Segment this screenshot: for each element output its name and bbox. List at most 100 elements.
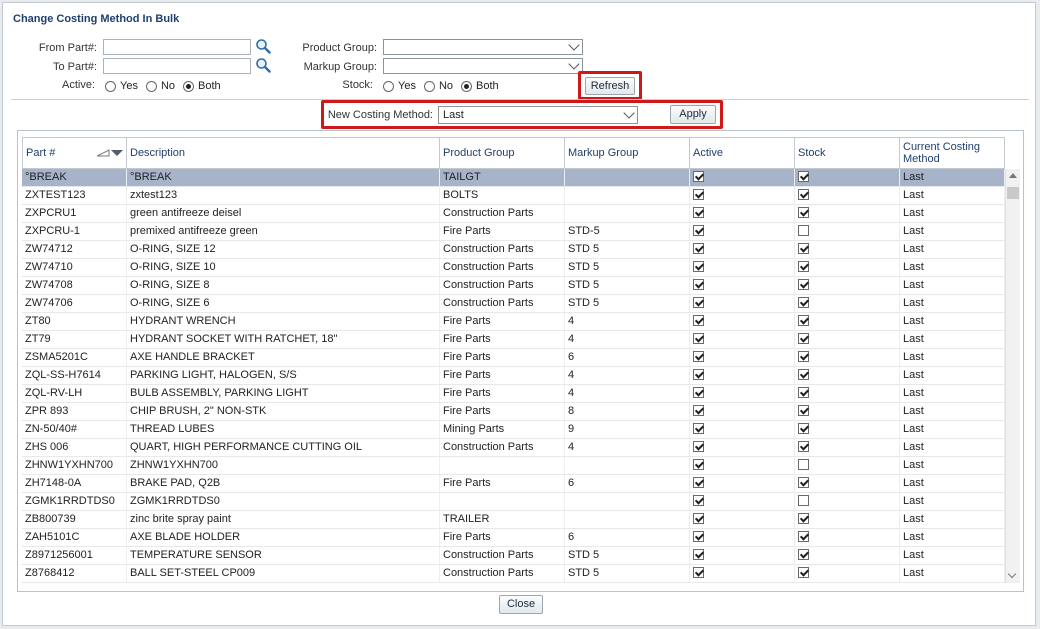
to-part-input[interactable] bbox=[103, 58, 251, 74]
table-row[interactable]: ZAH5101C AXE BLADE HOLDER Fire Parts 6 Last bbox=[22, 529, 1005, 547]
stock-checkbox[interactable] bbox=[798, 350, 809, 362]
stock-checkbox[interactable] bbox=[798, 188, 809, 200]
scroll-up-icon[interactable] bbox=[1009, 173, 1017, 178]
sort-icon[interactable] bbox=[97, 149, 123, 157]
refresh-button[interactable]: Refresh bbox=[585, 77, 635, 95]
description-cell: AXE BLADE HOLDER bbox=[127, 529, 440, 546]
active-checkbox[interactable] bbox=[693, 476, 704, 488]
scrollbar-thumb[interactable] bbox=[1007, 187, 1019, 199]
table-row[interactable]: °BREAK °BREAK TAILGT Last bbox=[22, 169, 1005, 187]
column-header-description[interactable]: Description bbox=[127, 137, 440, 169]
column-header-costing-method[interactable]: Current Costing Method bbox=[900, 137, 1005, 169]
table-row[interactable]: Z8971256001 TEMPERATURE SENSOR Constructio… bbox=[22, 547, 1005, 565]
column-header-stock[interactable]: Stock bbox=[795, 137, 900, 169]
table-row[interactable]: ZW74710 O-RING, SIZE 10 Construction Parts… bbox=[22, 259, 1005, 277]
stock-checkbox[interactable] bbox=[798, 566, 809, 578]
stock-checkbox[interactable] bbox=[798, 494, 809, 506]
stock-both-radio[interactable] bbox=[461, 80, 473, 92]
vertical-scrollbar[interactable] bbox=[1005, 169, 1020, 583]
active-checkbox[interactable] bbox=[693, 386, 704, 398]
table-row[interactable]: ZH7148-0A BRAKE PAD, Q2B Fire Parts 6 Last bbox=[22, 475, 1005, 493]
active-both-radio[interactable] bbox=[183, 80, 195, 92]
stock-checkbox[interactable] bbox=[798, 224, 809, 236]
stock-checkbox[interactable] bbox=[798, 170, 809, 182]
table-row[interactable]: ZW74712 O-RING, SIZE 12 Construction Parts… bbox=[22, 241, 1005, 259]
table-row[interactable]: ZQL-SS-H7614 PARKING LIGHT, HALOGEN, S/S F… bbox=[22, 367, 1005, 385]
table-row[interactable]: ZHNW1YXHN700 ZHNW1YXHN700 Last bbox=[22, 457, 1005, 475]
active-checkbox[interactable] bbox=[693, 548, 704, 560]
table-row[interactable]: ZXTEST123 zxtest123 BOLTS Last bbox=[22, 187, 1005, 205]
product-group-select[interactable] bbox=[383, 39, 583, 55]
stock-checkbox[interactable] bbox=[798, 368, 809, 380]
active-checkbox[interactable] bbox=[693, 188, 704, 200]
table-row[interactable]: ZW74708 O-RING, SIZE 8 Construction Parts S… bbox=[22, 277, 1005, 295]
active-checkbox[interactable] bbox=[693, 332, 704, 344]
stock-checkbox[interactable] bbox=[798, 512, 809, 524]
active-checkbox[interactable] bbox=[693, 242, 704, 254]
stock-checkbox[interactable] bbox=[798, 260, 809, 272]
stock-checkbox[interactable] bbox=[798, 314, 809, 326]
table-row[interactable]: ZGMK1RRDTDS0 ZGMK1RRDTDS0 Last bbox=[22, 493, 1005, 511]
table-row[interactable]: ZN-50/40# THREAD LUBES Mining Parts 9 Last bbox=[22, 421, 1005, 439]
stock-yes-radio[interactable] bbox=[383, 80, 394, 92]
table-row[interactable]: ZT79 HYDRANT SOCKET WITH RATCHET, 18" Fire… bbox=[22, 331, 1005, 349]
stock-checkbox-cell bbox=[795, 367, 900, 384]
active-checkbox[interactable] bbox=[693, 440, 704, 452]
stock-checkbox[interactable] bbox=[798, 332, 809, 344]
close-button[interactable]: Close bbox=[499, 595, 543, 614]
stock-checkbox[interactable] bbox=[798, 242, 809, 254]
search-icon[interactable] bbox=[255, 38, 271, 54]
column-header-product-group[interactable]: Product Group bbox=[440, 137, 565, 169]
search-icon[interactable] bbox=[255, 57, 271, 73]
table-row[interactable]: ZQL-RV-LH BULB ASSEMBLY, PARKING LIGHT Fir… bbox=[22, 385, 1005, 403]
stock-checkbox[interactable] bbox=[798, 476, 809, 488]
stock-checkbox[interactable] bbox=[798, 206, 809, 218]
stock-checkbox[interactable] bbox=[798, 548, 809, 560]
stock-checkbox[interactable] bbox=[798, 386, 809, 398]
active-no-radio[interactable] bbox=[145, 80, 157, 92]
table-row[interactable]: Z8768412 BALL SET-STEEL CP009 Construction… bbox=[22, 565, 1005, 583]
active-checkbox[interactable] bbox=[693, 206, 704, 218]
active-checkbox[interactable] bbox=[693, 494, 704, 506]
active-checkbox[interactable] bbox=[693, 170, 704, 182]
table-row[interactable]: ZSMA5201C AXE HANDLE BRACKET Fire Parts 6 La… bbox=[22, 349, 1005, 367]
table-row[interactable]: ZHS 006 QUART, HIGH PERFORMANCE CUTTING O… bbox=[22, 439, 1005, 457]
active-checkbox[interactable] bbox=[693, 224, 704, 236]
table-row[interactable]: ZW74706 O-RING, SIZE 6 Construction Parts S… bbox=[22, 295, 1005, 313]
table-row[interactable]: ZT80 HYDRANT WRENCH Fire Parts 4 Last bbox=[22, 313, 1005, 331]
table-row[interactable]: ZB800739 zinc brite spray paint TRAILER Las… bbox=[22, 511, 1005, 529]
active-checkbox[interactable] bbox=[693, 278, 704, 290]
table-row[interactable]: ZXPCRU1 green antifreeze deisel Constructi… bbox=[22, 205, 1005, 223]
column-header-part[interactable]: Part # bbox=[22, 137, 127, 169]
scroll-down-icon[interactable] bbox=[1007, 569, 1017, 579]
stock-checkbox[interactable] bbox=[798, 296, 809, 308]
active-checkbox[interactable] bbox=[693, 422, 704, 434]
apply-button[interactable]: Apply bbox=[670, 105, 716, 124]
stock-no-radio[interactable] bbox=[423, 80, 435, 92]
active-yes-radio[interactable] bbox=[105, 80, 116, 92]
markup-group-select[interactable] bbox=[383, 58, 583, 74]
table-row[interactable]: ZPR 893 CHIP BRUSH, 2" NON-STK Fire Parts 8… bbox=[22, 403, 1005, 421]
active-checkbox[interactable] bbox=[693, 512, 704, 524]
active-checkbox[interactable] bbox=[693, 530, 704, 542]
column-header-markup-group[interactable]: Markup Group bbox=[565, 137, 690, 169]
active-checkbox[interactable] bbox=[693, 566, 704, 578]
active-checkbox[interactable] bbox=[693, 404, 704, 416]
active-checkbox[interactable] bbox=[693, 458, 704, 470]
stock-checkbox[interactable] bbox=[798, 440, 809, 452]
active-checkbox[interactable] bbox=[693, 260, 704, 272]
stock-checkbox[interactable] bbox=[798, 458, 809, 470]
column-header-active[interactable]: Active bbox=[690, 137, 795, 169]
markup-group-cell: STD 5 bbox=[565, 565, 690, 582]
stock-checkbox[interactable] bbox=[798, 530, 809, 542]
stock-checkbox[interactable] bbox=[798, 422, 809, 434]
active-checkbox[interactable] bbox=[693, 296, 704, 308]
active-checkbox[interactable] bbox=[693, 350, 704, 362]
stock-checkbox[interactable] bbox=[798, 404, 809, 416]
stock-checkbox[interactable] bbox=[798, 278, 809, 290]
table-row[interactable]: ZXPCRU-1 premixed antifreeze green Fire Pa… bbox=[22, 223, 1005, 241]
active-checkbox[interactable] bbox=[693, 368, 704, 380]
active-checkbox[interactable] bbox=[693, 314, 704, 326]
from-part-input[interactable] bbox=[103, 39, 251, 55]
costing-method-select[interactable]: Last bbox=[438, 106, 638, 124]
